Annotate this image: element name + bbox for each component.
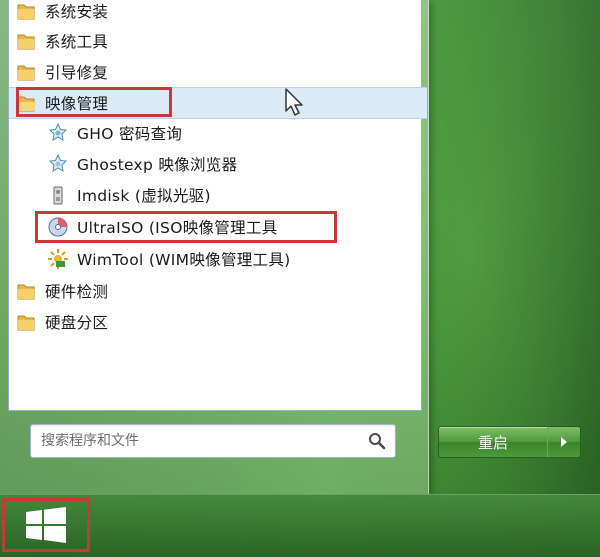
- folder-icon: [17, 284, 35, 300]
- folder-label: 引导修复: [45, 64, 109, 82]
- folder-label: 系统安装: [45, 3, 109, 21]
- folder-boot-repair[interactable]: 引导修复: [9, 57, 427, 87]
- folder-label: 映像管理: [45, 95, 109, 113]
- folder-label: 硬盘分区: [45, 314, 109, 332]
- start-button[interactable]: [2, 498, 90, 552]
- start-menu: 系统安装 系统工具 引导修复 映像管理 GHO 密码查询 Ghostexp 映像…: [0, 0, 429, 494]
- search-box[interactable]: [30, 424, 396, 458]
- app-ghostexp[interactable]: Ghostexp 映像浏览器: [9, 149, 459, 179]
- gho-key-icon: [48, 122, 68, 141]
- app-label: GHO 密码查询: [77, 125, 183, 143]
- app-label: Imdisk (虚拟光驱): [77, 187, 211, 205]
- folder-icon: [17, 65, 35, 81]
- folder-open-icon: [17, 96, 36, 112]
- app-label: WimTool (WIM映像管理工具): [77, 251, 291, 269]
- ultraiso-disc-icon: [48, 217, 68, 237]
- programs-list: 系统安装 系统工具 引导修复 映像管理 GHO 密码查询 Ghostexp 映像…: [8, 0, 427, 411]
- wimtool-icon: [48, 249, 68, 269]
- windows-logo-icon: [26, 507, 66, 543]
- folder-system-tools[interactable]: 系统工具: [9, 26, 427, 56]
- search-input[interactable]: [31, 427, 363, 455]
- app-wimtool[interactable]: WimTool (WIM映像管理工具): [9, 244, 459, 274]
- taskbar: [0, 494, 600, 557]
- search-icon[interactable]: [367, 431, 387, 451]
- folder-icon: [17, 4, 35, 20]
- restart-button[interactable]: 重启: [438, 426, 548, 458]
- app-ultraiso[interactable]: UltraISO (ISO映像管理工具: [9, 212, 459, 242]
- folder-label: 系统工具: [45, 33, 109, 51]
- folder-disk-partition[interactable]: 硬盘分区: [9, 307, 427, 337]
- folder-image-management[interactable]: 映像管理: [9, 87, 427, 119]
- ghostexp-icon: [48, 153, 68, 172]
- shutdown-options-button[interactable]: [547, 426, 581, 458]
- app-gho-password-query[interactable]: GHO 密码查询: [9, 118, 459, 148]
- folder-system-install[interactable]: 系统安装: [9, 0, 427, 26]
- folder-label: 硬件检测: [45, 283, 109, 301]
- folder-icon: [17, 315, 35, 331]
- folder-icon: [17, 34, 35, 50]
- chevron-right-icon: [561, 437, 567, 447]
- app-imdisk[interactable]: Imdisk (虚拟光驱): [9, 180, 459, 210]
- folder-hardware-detection[interactable]: 硬件检测: [9, 276, 427, 306]
- app-label: UltraISO (ISO映像管理工具: [77, 219, 278, 237]
- imdisk-icon: [53, 186, 63, 205]
- mouse-cursor-icon: [285, 88, 303, 116]
- app-label: Ghostexp 映像浏览器: [77, 156, 238, 174]
